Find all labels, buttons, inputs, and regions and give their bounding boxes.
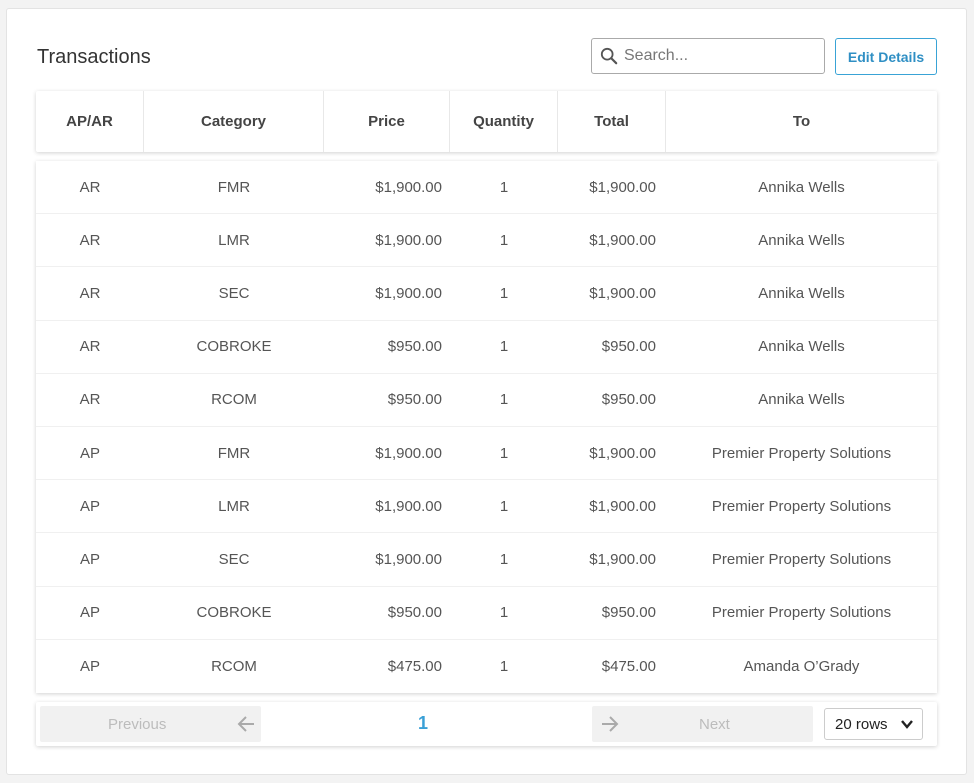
next-label: Next [699, 716, 730, 733]
cell-quantity: 1 [499, 178, 509, 196]
cell-quantity: 1 [499, 497, 509, 515]
table-row[interactable]: AR SEC $1,900.00 1 $1,900.00 Annika Well… [36, 267, 937, 321]
cell-price: $950.00 [387, 338, 442, 356]
cell-category: LMR [218, 231, 250, 249]
cell-total: $1,900.00 [589, 550, 656, 568]
cell-quantity: 1 [499, 338, 509, 356]
column-header-ap-ar[interactable]: AP/AR [36, 91, 144, 152]
table-row[interactable]: AR FMR $1,900.00 1 $1,900.00 Annika Well… [36, 161, 937, 215]
cell-price: $1,900.00 [375, 444, 442, 462]
cell-ap-ar: AR [79, 231, 101, 249]
cell-ap-ar: AR [79, 338, 101, 356]
cell-to: Premier Property Solutions [711, 550, 892, 568]
cell-ap-ar: AP [79, 657, 100, 675]
cell-quantity: 1 [499, 391, 509, 409]
cell-to: Annika Wells [758, 231, 845, 249]
table-row[interactable]: AP SEC $1,900.00 1 $1,900.00 Premier Pro… [36, 533, 937, 587]
cell-category: FMR [217, 178, 251, 196]
cell-category: COBROKE [196, 338, 272, 356]
cell-category: FMR [217, 444, 251, 462]
arrow-left-icon [237, 716, 254, 732]
cell-price: $1,900.00 [375, 231, 442, 249]
table-row[interactable]: AP RCOM $475.00 1 $475.00 Amanda O’Grady [36, 640, 937, 693]
edit-details-button[interactable]: Edit Details [835, 38, 937, 75]
cell-ap-ar: AP [79, 497, 100, 515]
search-box[interactable] [591, 38, 825, 74]
cell-quantity: 1 [499, 657, 509, 675]
pagination-bar: Previous 1 Next 20 rows [36, 702, 937, 746]
cell-category: RCOM [211, 657, 257, 675]
search-icon [600, 47, 618, 65]
cell-total: $1,900.00 [589, 444, 656, 462]
next-page-button[interactable]: Next [592, 706, 813, 742]
previous-label: Previous [108, 716, 167, 733]
cell-quantity: 1 [499, 550, 509, 568]
column-header-price[interactable]: Price [324, 91, 450, 152]
cell-category: COBROKE [196, 604, 272, 622]
cell-ap-ar: AR [79, 178, 101, 196]
previous-page-button[interactable]: Previous [40, 706, 261, 742]
cell-to: Annika Wells [758, 338, 845, 356]
column-header-quantity[interactable]: Quantity [450, 91, 558, 152]
arrow-right-icon [602, 716, 619, 732]
table-row[interactable]: AP COBROKE $950.00 1 $950.00 Premier Pro… [36, 587, 937, 640]
column-header-to[interactable]: To [666, 91, 937, 152]
cell-price: $950.00 [387, 604, 442, 622]
cell-to: Premier Property Solutions [711, 497, 892, 515]
cell-quantity: 1 [499, 284, 509, 302]
cell-price: $1,900.00 [375, 284, 442, 302]
transactions-card: Transactions Edit Details AP/AR Category… [6, 8, 967, 775]
cell-total: $1,900.00 [589, 178, 656, 196]
cell-ap-ar: AP [79, 550, 100, 568]
cell-total: $950.00 [601, 604, 656, 622]
cell-category: SEC [218, 550, 250, 568]
rows-per-page-value: 20 rows [835, 715, 888, 733]
cell-total: $1,900.00 [589, 284, 656, 302]
table-row[interactable]: AP LMR $1,900.00 1 $1,900.00 Premier Pro… [36, 480, 937, 534]
cell-ap-ar: AP [79, 444, 100, 462]
cell-ap-ar: AR [79, 391, 101, 409]
cell-category: LMR [218, 497, 250, 515]
column-header-category[interactable]: Category [144, 91, 324, 152]
cell-category: SEC [218, 284, 250, 302]
cell-quantity: 1 [499, 604, 509, 622]
cell-total: $1,900.00 [589, 231, 656, 249]
cell-total: $1,900.00 [589, 497, 656, 515]
cell-to: Annika Wells [758, 284, 845, 302]
cell-ap-ar: AP [79, 604, 100, 622]
cell-price: $1,900.00 [375, 178, 442, 196]
rows-per-page-select[interactable]: 20 rows [824, 708, 923, 740]
cell-price: $475.00 [387, 657, 442, 675]
cell-price: $950.00 [387, 391, 442, 409]
cell-to: Premier Property Solutions [711, 604, 892, 622]
cell-to: Annika Wells [758, 391, 845, 409]
current-page[interactable]: 1 [418, 713, 428, 734]
table-body: AR FMR $1,900.00 1 $1,900.00 Annika Well… [36, 161, 937, 693]
cell-price: $1,900.00 [375, 497, 442, 515]
chevron-down-icon [901, 720, 913, 729]
cell-total: $475.00 [601, 657, 656, 675]
cell-category: RCOM [211, 391, 257, 409]
table-row[interactable]: AR LMR $1,900.00 1 $1,900.00 Annika Well… [36, 214, 937, 268]
cell-quantity: 1 [499, 444, 509, 462]
cell-to: Amanda O’Grady [743, 657, 860, 675]
page-title: Transactions [37, 46, 151, 68]
cell-total: $950.00 [601, 338, 656, 356]
cell-total: $950.00 [601, 391, 656, 409]
cell-to: Annika Wells [758, 178, 845, 196]
column-header-total[interactable]: Total [558, 91, 666, 152]
search-input[interactable] [624, 47, 814, 65]
table-row[interactable]: AP FMR $1,900.00 1 $1,900.00 Premier Pro… [36, 427, 937, 481]
cell-to: Premier Property Solutions [711, 444, 892, 462]
table-header: AP/AR Category Price Quantity Total To [36, 91, 937, 152]
table-row[interactable]: AR COBROKE $950.00 1 $950.00 Annika Well… [36, 321, 937, 374]
cell-price: $1,900.00 [375, 550, 442, 568]
cell-ap-ar: AR [79, 284, 101, 302]
cell-quantity: 1 [499, 231, 509, 249]
table-row[interactable]: AR RCOM $950.00 1 $950.00 Annika Wells [36, 374, 937, 427]
